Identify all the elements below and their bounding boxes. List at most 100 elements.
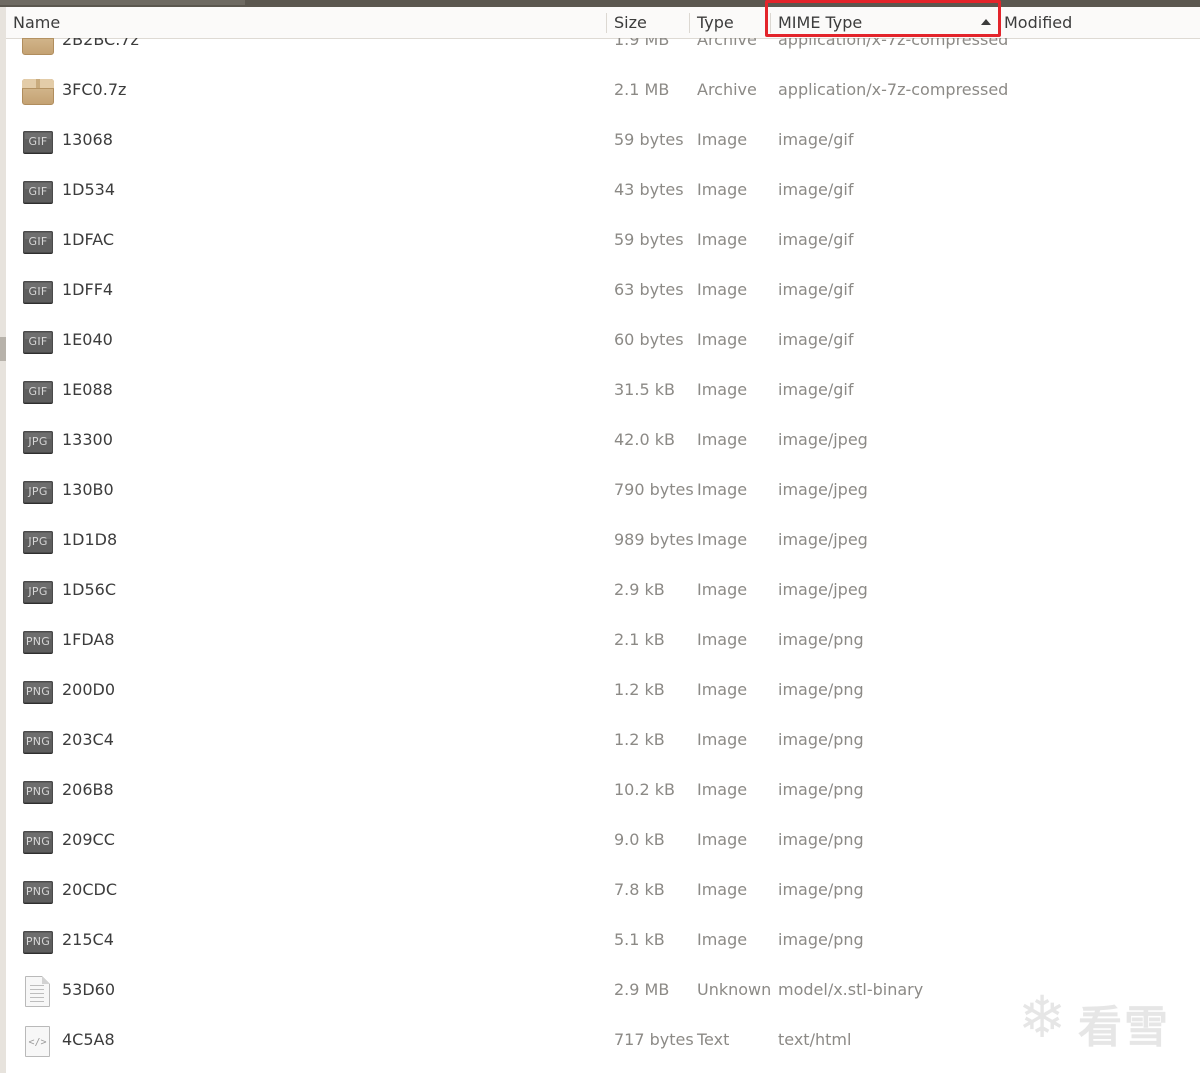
file-row[interactable]: JPG 130B0 790 bytes Image image/jpeg	[6, 465, 1200, 515]
file-name: 203C4	[62, 730, 114, 749]
file-type: Image	[697, 180, 748, 199]
file-type-badge: GIF	[23, 281, 53, 303]
file-row[interactable]: GIF 1E088 31.5 kB Image image/gif	[6, 365, 1200, 415]
file-mime-type: image/gif	[778, 280, 854, 299]
file-type: Image	[697, 680, 748, 699]
file-size: 2.1 kB	[614, 630, 665, 649]
file-type-badge: GIF	[23, 131, 53, 153]
file-row[interactable]: PNG 203C4 1.2 kB Image image/png	[6, 715, 1200, 765]
file-type: Text	[697, 1030, 730, 1049]
file-row[interactable]: JPG 1D56C 2.9 kB Image image/jpeg	[6, 565, 1200, 615]
file-name: 200D0	[62, 680, 116, 699]
file-type-badge: PNG	[23, 881, 53, 903]
file-list: 2B2BC.7z 1.9 MB Archive application/x-7z-co…	[6, 38, 1200, 1073]
file-type: Image	[697, 580, 748, 599]
file-name: 3FC0.7z	[62, 80, 127, 99]
document-text-line	[30, 1001, 44, 1002]
column-header-modified-label: Modified	[1004, 13, 1073, 32]
file-row[interactable]: PNG 215C4 5.1 kB Image image/png	[6, 915, 1200, 965]
file-size: 59 bytes	[614, 230, 684, 249]
file-row[interactable]: PNG 206B8 10.2 kB Image image/png	[6, 765, 1200, 815]
file-mime-type: image/gif	[778, 380, 854, 399]
file-mime-type: image/png	[778, 830, 864, 849]
gif-icon: GIF	[22, 325, 54, 357]
jpg-icon: JPG	[22, 425, 54, 457]
window-tab-area	[0, 0, 245, 5]
column-header-mime-type-label: MIME Type	[778, 13, 863, 32]
window-top-strip	[0, 0, 1200, 7]
file-name: 1E040	[62, 330, 113, 349]
file-mime-type: image/png	[778, 680, 864, 699]
file-mime-type: application/x-7z-compressed	[778, 38, 1009, 49]
file-type: Image	[697, 130, 748, 149]
column-header-type[interactable]: Type	[690, 7, 771, 38]
column-header-size-label: Size	[614, 13, 647, 32]
column-header-mime-type[interactable]: MIME Type	[771, 7, 1001, 38]
file-type-badge: GIF	[23, 381, 53, 403]
file-type-badge: GIF	[23, 331, 53, 353]
file-mime-type: image/gif	[778, 180, 854, 199]
html-file-icon: </>	[22, 1025, 54, 1057]
file-size: 790 bytes	[614, 480, 694, 499]
file-row[interactable]: GIF 13068 59 bytes Image image/gif	[6, 115, 1200, 165]
file-size: 7.8 kB	[614, 880, 665, 899]
file-mime-type: image/jpeg	[778, 530, 868, 549]
file-row[interactable]: PNG 209CC 9.0 kB Image image/png	[6, 815, 1200, 865]
file-name: 1D56C	[62, 580, 117, 599]
column-header-size[interactable]: Size	[607, 7, 690, 38]
column-header-modified[interactable]: Modified	[997, 7, 1200, 38]
file-type: Archive	[697, 38, 757, 49]
file-row[interactable]: JPG 13300 42.0 kB Image image/jpeg	[6, 415, 1200, 465]
file-name: 20CDC	[62, 880, 118, 899]
file-mime-type: image/png	[778, 930, 864, 949]
archive-box-shape	[22, 38, 54, 55]
file-row[interactable]: GIF 1DFF4 63 bytes Image image/gif	[6, 265, 1200, 315]
file-mime-type: image/jpeg	[778, 430, 868, 449]
file-type: Image	[697, 630, 748, 649]
document-text-line	[30, 993, 44, 994]
file-row[interactable]: PNG 1FDA8 2.1 kB Image image/png	[6, 615, 1200, 665]
file-size: 989 bytes	[614, 530, 694, 549]
document-text-line	[30, 985, 44, 986]
file-mime-type: image/jpeg	[778, 480, 868, 499]
file-type-badge: JPG	[23, 481, 53, 503]
file-type: Image	[697, 480, 748, 499]
file-type: Image	[697, 230, 748, 249]
file-name: 4C5A8	[62, 1030, 115, 1049]
file-type: Image	[697, 830, 748, 849]
png-icon: PNG	[22, 625, 54, 657]
file-type: Image	[697, 780, 748, 799]
file-row[interactable]: GIF 1DFAC 59 bytes Image image/gif	[6, 215, 1200, 265]
file-row[interactable]: PNG 200D0 1.2 kB Image image/png	[6, 665, 1200, 715]
file-row[interactable]: GIF 1D534 43 bytes Image image/gif	[6, 165, 1200, 215]
file-mime-type: image/gif	[778, 330, 854, 349]
png-icon: PNG	[22, 775, 54, 807]
column-header-type-label: Type	[697, 13, 734, 32]
file-type: Image	[697, 730, 748, 749]
png-icon: PNG	[22, 925, 54, 957]
file-name: 206B8	[62, 780, 114, 799]
file-mime-type: image/gif	[778, 130, 854, 149]
file-row[interactable]: </> 4C5A8 717 bytes Text text/html	[6, 1015, 1200, 1065]
file-row[interactable]: 53D60 2.9 MB Unknown model/x.stl-binary	[6, 965, 1200, 1015]
file-name: 13068	[62, 130, 113, 149]
file-row[interactable]: 2B2BC.7z 1.9 MB Archive application/x-7z-co…	[6, 38, 1200, 65]
file-row[interactable]: JPG 1D1D8 989 bytes Image image/jpeg	[6, 515, 1200, 565]
document-text-line	[30, 989, 44, 990]
file-mime-type: model/x.stl-binary	[778, 980, 924, 999]
file-size: 2.9 kB	[614, 580, 665, 599]
file-row[interactable]: 3FC0.7z 2.1 MB Archive application/x-7z-com…	[6, 65, 1200, 115]
file-name: 1D534	[62, 180, 116, 199]
file-name: 1DFF4	[62, 280, 114, 299]
archive-box-shape	[22, 79, 54, 105]
file-size: 1.9 MB	[614, 38, 670, 49]
file-row[interactable]: PNG 20CDC 7.8 kB Image image/png	[6, 865, 1200, 915]
file-mime-type: image/png	[778, 880, 864, 899]
file-mime-type: image/png	[778, 730, 864, 749]
column-header-name[interactable]: Name	[6, 7, 607, 38]
sort-ascending-icon	[981, 19, 991, 25]
html-page-shape: </>	[25, 1026, 50, 1057]
file-type: Image	[697, 380, 748, 399]
png-icon: PNG	[22, 675, 54, 707]
file-row[interactable]: GIF 1E040 60 bytes Image image/gif	[6, 315, 1200, 365]
